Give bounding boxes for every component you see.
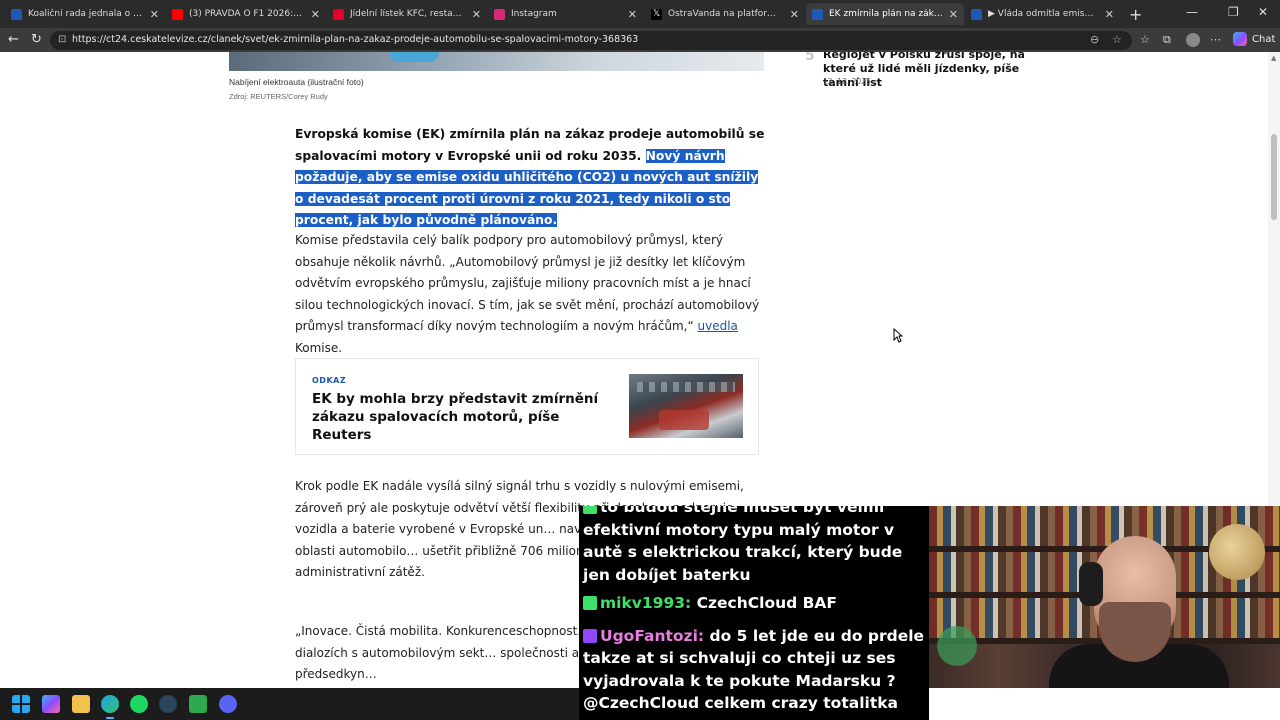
stream-chat-overlay: to budou stejně muset být velmi efektivn… — [579, 506, 929, 720]
close-tab-icon[interactable]: ✕ — [311, 8, 320, 21]
article-paragraph: Komise představila celý balík podpory pr… — [295, 230, 765, 359]
copilot-icon[interactable] — [42, 695, 60, 713]
favorites-icon[interactable]: ☆ — [1140, 33, 1150, 46]
chat-username: mikv1993: — [600, 594, 692, 612]
article-lead: Evropská komise (EK) zmírnila plán na zá… — [295, 124, 765, 232]
ct24-favicon-icon — [971, 8, 982, 20]
file-explorer-icon[interactable] — [72, 695, 90, 713]
sidebar-rank: 5 — [805, 52, 815, 64]
instagram-favicon-icon — [494, 8, 505, 20]
site-info-icon[interactable]: ⊡ — [58, 34, 66, 45]
tab-title: Jídelní lístek KFC, restaurace, onlin — [350, 9, 466, 19]
back-icon[interactable]: ← — [8, 32, 19, 47]
tab-instagram[interactable]: Instagram ✕ — [488, 3, 643, 25]
windows-start-icon[interactable] — [12, 695, 30, 713]
tab-pravda-f1[interactable]: (3) PRAVDA O F1 2026: Kompletní ✕ — [166, 3, 326, 25]
reload-icon[interactable]: ↻ — [31, 32, 42, 47]
chat-message: to budou stejně muset být velmi efektivn… — [583, 506, 925, 586]
tab-ek-zmirnila[interactable]: EK zmírnila plán na zákaz prodeje ✕ — [806, 3, 964, 25]
favorite-star-icon[interactable]: ☆ — [1112, 33, 1122, 46]
kick-badge-icon — [583, 596, 597, 610]
navigation-bar: ← ↻ ⊡ https://ct24.ceskatelevize.cz/clan… — [0, 28, 1280, 52]
tab-title: OstraVanda na platformě X: „Filip — [668, 9, 784, 19]
close-tab-icon[interactable]: ✕ — [949, 8, 958, 21]
close-window-icon[interactable]: ✕ — [1258, 5, 1268, 19]
copilot-chat-button[interactable]: Chat — [1233, 32, 1275, 46]
tab-title: Instagram — [511, 9, 557, 19]
image-source: Zdroj: REUTERS/Corey Rudy — [229, 92, 328, 101]
source-link[interactable]: uvedla — [697, 319, 737, 333]
x-favicon-icon: 𝕏 — [651, 8, 662, 20]
scroll-up-icon[interactable]: ▲ — [1271, 54, 1276, 62]
reader-icon[interactable]: ⊖ — [1090, 33, 1099, 46]
image-caption: Nabíjení elektroauta (ilustrační foto) — [229, 77, 364, 87]
tab-title: ▶ Vláda odmítla emisní povolenky — [988, 9, 1099, 19]
sidebar-article-date: 12. 12. 2025 — [823, 77, 871, 86]
steam-icon[interactable] — [159, 695, 177, 713]
related-thumbnail[interactable] — [629, 374, 743, 438]
url-text[interactable]: https://ct24.ceskatelevize.cz/clanek/sve… — [72, 34, 638, 45]
profile-avatar[interactable] — [1186, 33, 1200, 47]
extensions-icon[interactable]: ⧉ — [1163, 33, 1171, 47]
close-tab-icon[interactable]: ✕ — [1105, 8, 1114, 21]
kfc-favicon-icon — [333, 8, 344, 20]
youtube-favicon-icon — [172, 8, 183, 20]
kick-badge-icon — [583, 506, 597, 514]
tab-title: (3) PRAVDA O F1 2026: Kompletní — [189, 9, 305, 19]
tab-koalicni-rada[interactable]: Koaliční rada jednala o rozpočtu i ✕ — [5, 3, 165, 25]
scrollbar-thumb[interactable] — [1271, 134, 1277, 220]
restore-icon[interactable]: ❐ — [1228, 5, 1239, 19]
streamer-webcam — [929, 506, 1280, 688]
chat-label: Chat — [1252, 33, 1276, 45]
article-hero-image — [229, 52, 764, 71]
paragraph-text: Komise představila celý balík podpory pr… — [295, 233, 760, 333]
more-menu-icon[interactable]: ⋯ — [1210, 33, 1221, 46]
chat-message: UgoFantozi: do 5 let jde eu do prdele ta… — [583, 625, 925, 715]
chat-username: UgoFantozi: — [600, 626, 705, 645]
chat-message: mikv1993: CzechCloud BAF — [583, 592, 925, 615]
windows-taskbar — [0, 688, 579, 720]
chat-text: CzechCloud BAF — [696, 594, 838, 612]
tab-kfc[interactable]: Jídelní lístek KFC, restaurace, onlin ✕ — [327, 3, 487, 25]
copilot-icon — [1233, 32, 1247, 46]
tab-strip: Koaliční rada jednala o rozpočtu i ✕ (3)… — [0, 0, 1280, 28]
minimize-icon[interactable]: — — [1186, 5, 1198, 19]
discord-icon[interactable] — [219, 695, 237, 713]
new-tab-icon[interactable]: + — [1129, 5, 1142, 24]
active-app-indicator — [106, 717, 114, 719]
address-bar[interactable]: ⊡ https://ct24.ceskatelevize.cz/clanek/s… — [50, 31, 1132, 50]
gog-icon[interactable] — [189, 695, 207, 713]
tab-title: Koaliční rada jednala o rozpočtu i — [28, 9, 144, 19]
tab-vlada-odmitla[interactable]: ▶ Vláda odmítla emisní povolenky ✕ — [965, 3, 1120, 25]
chat-text: to budou stejně muset být velmi efektivn… — [583, 506, 903, 584]
tab-ostravanda[interactable]: 𝕏 OstraVanda na platformě X: „Filip ✕ — [645, 3, 805, 25]
spotify-icon[interactable] — [130, 695, 148, 713]
close-tab-icon[interactable]: ✕ — [628, 8, 637, 21]
ct24-favicon-icon — [11, 8, 22, 20]
close-tab-icon[interactable]: ✕ — [790, 8, 799, 21]
edge-icon[interactable] — [101, 695, 119, 713]
related-title[interactable]: EK by mohla brzy představit zmírnění zák… — [312, 390, 612, 444]
related-article-card[interactable]: ODKAZ EK by mohla brzy představit zmírně… — [295, 358, 759, 455]
close-tab-icon[interactable]: ✕ — [150, 8, 159, 21]
paragraph-text: Komise. — [295, 340, 343, 355]
close-tab-icon[interactable]: ✕ — [472, 8, 481, 21]
tab-title: EK zmírnila plán na zákaz prodeje — [829, 9, 943, 19]
ct24-favicon-icon — [812, 8, 823, 20]
twitch-badge-icon — [583, 628, 597, 643]
related-label: ODKAZ — [312, 376, 347, 385]
